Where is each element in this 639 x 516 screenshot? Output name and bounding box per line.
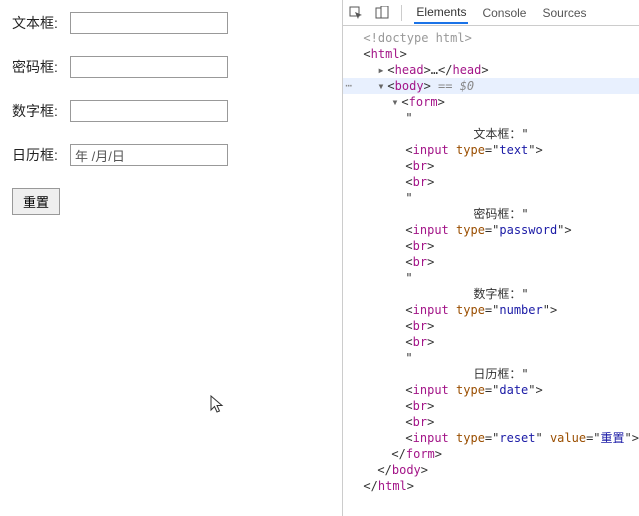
device-toggle-icon[interactable] xyxy=(375,6,389,20)
row-number: 数字框: xyxy=(12,100,330,122)
node-quote[interactable]: " xyxy=(343,270,639,286)
node-input-password[interactable]: <input type="password"> xyxy=(343,222,639,238)
text-input[interactable] xyxy=(70,12,228,34)
devtools-toolbar: Elements Console Sources xyxy=(343,0,639,26)
node-form-close[interactable]: </form> xyxy=(343,446,639,462)
node-br[interactable]: <br> xyxy=(343,398,639,414)
node-input-number[interactable]: <input type="number"> xyxy=(343,302,639,318)
node-form-open[interactable]: ▾<form> xyxy=(343,94,639,110)
password-input[interactable] xyxy=(70,56,228,78)
node-br[interactable]: <br> xyxy=(343,238,639,254)
row-reset: 重置 xyxy=(12,188,330,215)
node-quote[interactable]: " xyxy=(343,190,639,206)
reset-button[interactable]: 重置 xyxy=(12,188,60,215)
node-html-open[interactable]: <html> xyxy=(343,46,639,62)
node-quote[interactable]: " xyxy=(343,110,639,126)
demo-form: 文本框: 密码框: 数字框: 日历框: 重置 xyxy=(12,12,330,215)
dom-tree[interactable]: <!doctype html> <html> ▸<head>…</head> ⋯… xyxy=(343,26,639,516)
label-text: 文本框: xyxy=(12,13,70,33)
inspect-icon[interactable] xyxy=(349,6,363,20)
node-br[interactable]: <br> xyxy=(343,318,639,334)
node-input-text[interactable]: <input type="text"> xyxy=(343,142,639,158)
node-html-close[interactable]: </html> xyxy=(343,478,639,494)
node-doctype[interactable]: <!doctype html> xyxy=(343,30,639,46)
node-number-label[interactable]: 数字框：" xyxy=(343,286,639,302)
node-date-label[interactable]: 日历框：" xyxy=(343,366,639,382)
node-input-date[interactable]: <input type="date"> xyxy=(343,382,639,398)
node-br[interactable]: <br> xyxy=(343,334,639,350)
node-br[interactable]: <br> xyxy=(343,254,639,270)
label-password: 密码框: xyxy=(12,57,70,77)
row-text: 文本框: xyxy=(12,12,330,34)
node-body-close[interactable]: </body> xyxy=(343,462,639,478)
row-date: 日历框: xyxy=(12,144,330,166)
node-input-reset[interactable]: <input type="reset" value="重置"> xyxy=(343,430,639,446)
tab-sources[interactable]: Sources xyxy=(540,2,588,23)
node-password-label[interactable]: 密码框：" xyxy=(343,206,639,222)
node-br[interactable]: <br> xyxy=(343,174,639,190)
node-body-open[interactable]: ⋯▾<body> == $0 xyxy=(343,78,639,94)
node-text-label[interactable]: 文本框：" xyxy=(343,126,639,142)
devtools-panel: Elements Console Sources <!doctype html>… xyxy=(342,0,639,516)
node-br[interactable]: <br> xyxy=(343,158,639,174)
tab-console[interactable]: Console xyxy=(480,2,528,23)
cursor-icon xyxy=(210,395,226,415)
row-password: 密码框: xyxy=(12,56,330,78)
label-date: 日历框: xyxy=(12,145,70,165)
toolbar-separator xyxy=(401,5,402,21)
date-input[interactable] xyxy=(70,144,228,166)
node-head[interactable]: ▸<head>…</head> xyxy=(343,62,639,78)
node-quote[interactable]: " xyxy=(343,350,639,366)
rendered-page: 文本框: 密码框: 数字框: 日历框: 重置 xyxy=(0,0,342,516)
label-number: 数字框: xyxy=(12,101,70,121)
tab-elements[interactable]: Elements xyxy=(414,1,468,24)
node-br[interactable]: <br> xyxy=(343,414,639,430)
number-input[interactable] xyxy=(70,100,228,122)
